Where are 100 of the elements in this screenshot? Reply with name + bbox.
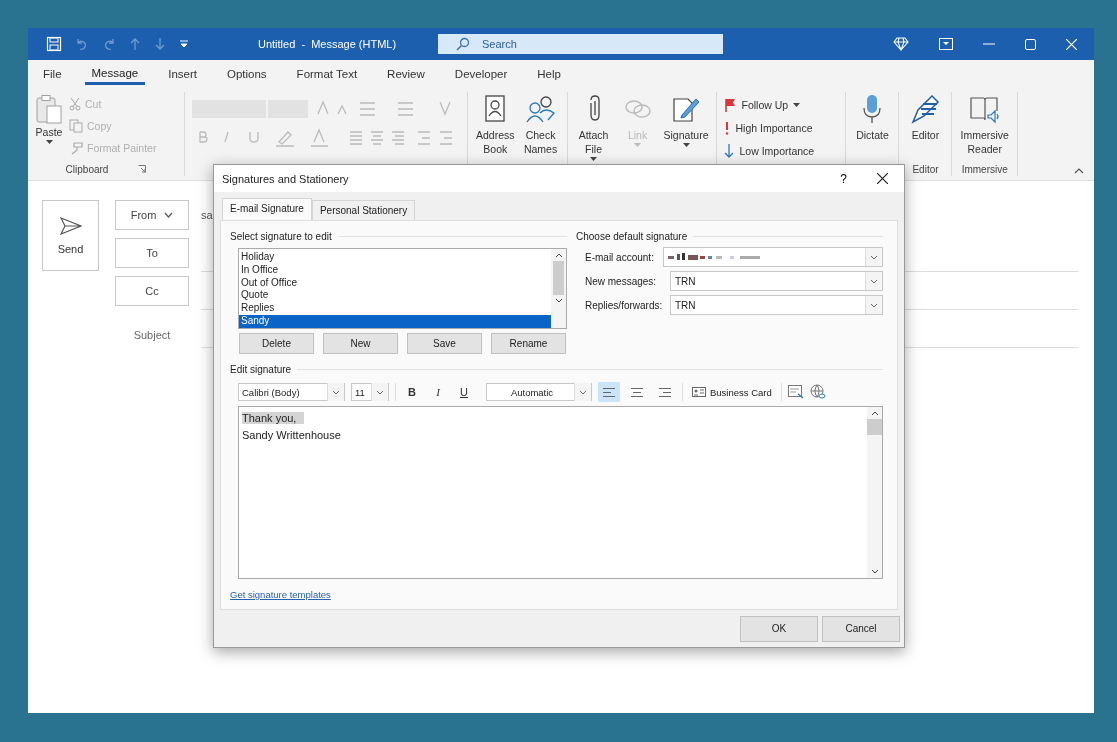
align-center-icon [631,387,643,397]
scroll-up-icon[interactable] [870,411,879,416]
ribbon-button[interactable]: Check Names [519,92,562,158]
ribbon-display-icon[interactable] [939,38,953,50]
signature-text: Sandy Writtenhouse [242,429,341,441]
picture-insert-icon[interactable] [787,385,804,399]
ribbon-tab[interactable]: Insert [161,63,204,85]
globe-link-icon[interactable] [809,384,826,400]
dialog-launcher-icon[interactable] [138,165,147,173]
caret-icon [682,143,690,147]
group-label: Clipboard [65,163,109,175]
list-item[interactable]: Sandy [239,315,551,328]
importance-button[interactable]: Low Importance [722,141,817,160]
close-icon[interactable] [877,173,888,184]
copy-icon [69,119,83,133]
font-dropdown[interactable]: Calibri (Body) [238,383,345,401]
signature-text: Thank you, [242,412,305,424]
ribbon-tab[interactable]: Review [380,63,432,85]
dialog-button[interactable]: OK [740,615,818,642]
ribbon-tab[interactable]: Developer [447,63,515,85]
ribbon-tab[interactable]: Options [219,63,274,85]
scroll-down-icon[interactable] [554,298,563,303]
scroll-thumb[interactable] [867,419,882,435]
list-item[interactable]: Quote [239,289,551,303]
scroll-thumb[interactable] [553,261,564,295]
align-left-button[interactable] [598,382,620,402]
underline-button[interactable]: U [454,386,474,398]
to-button[interactable]: To [115,238,189,268]
caret-icon [590,157,598,161]
dialog-tab[interactable]: Personal Stationery [311,200,416,220]
field-label: E-mail account: [585,251,655,263]
dialog-button[interactable]: New [323,333,398,354]
caret-icon [45,140,53,144]
group-label: Editor [912,163,939,175]
size-dropdown[interactable]: 11 [351,383,389,401]
follow-up-button[interactable]: Follow Up [722,95,817,114]
dialog-button[interactable]: Cancel [822,615,900,642]
chevron-down-icon [332,389,340,395]
ribbon-tab[interactable]: Format Text [289,63,365,85]
templates-link[interactable]: Get signature templates [230,589,331,600]
maximize-icon[interactable] [1025,38,1036,50]
exclamation-icon [724,120,731,135]
save-icon[interactable] [46,36,62,52]
collapse-ribbon-icon[interactable] [1074,168,1084,174]
signature-editor[interactable]: Thank you, Sandy Writtenhouse [238,406,883,579]
scroll-up-icon[interactable] [554,253,563,258]
dropdown-field[interactable]: TRN [670,295,883,315]
field-label: New messages: [585,275,658,287]
send-button[interactable]: Send [42,200,99,271]
scrollbar[interactable] [867,407,882,578]
scrollbar[interactable] [551,249,566,328]
scissors-icon [69,97,81,111]
paste-button[interactable]: Paste [33,92,65,146]
ribbon-button[interactable]: Signature [660,92,712,149]
bold-button[interactable]: B [402,386,422,398]
dialog-button[interactable]: Delete [239,333,314,354]
ribbon-button[interactable]: Attach File [572,92,615,163]
group-label: Immersive [961,163,1008,175]
list-item[interactable]: Holiday [239,251,551,264]
ribbon-tab[interactable]: File [36,63,69,85]
search-field[interactable]: Search [438,34,723,54]
ribbon-button[interactable]: Address Book [473,92,518,158]
signature-list[interactable]: Holiday In Office Out of Office Quote Replies Sandy [238,248,567,329]
window-title: Untitled - Message (HTML) [258,38,398,50]
down-arrow-icon [724,143,735,158]
diamond-icon[interactable] [893,37,909,51]
section-label: Choose default signature [576,230,688,242]
chevron-down-icon [579,389,587,395]
search-icon [456,37,470,51]
field-label: Replies/forwards: [585,299,663,311]
list-item[interactable]: Replies [239,302,551,315]
importance-button[interactable]: High Importance [722,118,817,137]
ribbon-button[interactable]: Editor [904,92,947,144]
dropdown-field[interactable] [663,247,883,267]
microphone-icon [862,94,883,124]
caret-icon [793,102,801,107]
list-item[interactable]: Out of Office [239,276,551,290]
list-item[interactable]: In Office [239,263,551,277]
ribbon-button[interactable]: Dictate [851,92,894,144]
cc-button[interactable]: Cc [115,276,189,306]
dropdown-field[interactable]: TRN [670,271,883,291]
section-label: Select signature to edit [230,230,332,242]
dialog-title: Signatures and Stationery [222,172,349,185]
ribbon-tab[interactable]: Help [530,63,568,85]
section-label: Edit signature [230,363,292,375]
italic-button[interactable]: I [428,386,448,398]
chevron-icon [164,212,174,218]
from-button[interactable]: From [115,200,189,230]
help-button[interactable]: ? [840,171,847,186]
customize-icon[interactable] [179,39,189,49]
ribbon-tab[interactable]: Message [84,63,146,85]
scroll-down-icon[interactable] [870,569,879,574]
dialog-tab[interactable]: E-mail Signature [222,198,312,220]
align-right-icon [659,387,671,397]
dialog-button[interactable]: Rename [491,333,566,354]
from-value: sa [201,209,213,221]
dialog-button[interactable]: Save [407,333,482,354]
business-card-button[interactable]: Business Card [689,386,775,398]
color-dropdown[interactable]: Automatic [486,383,592,401]
ribbon-button[interactable]: Immersive Reader [957,92,1012,158]
